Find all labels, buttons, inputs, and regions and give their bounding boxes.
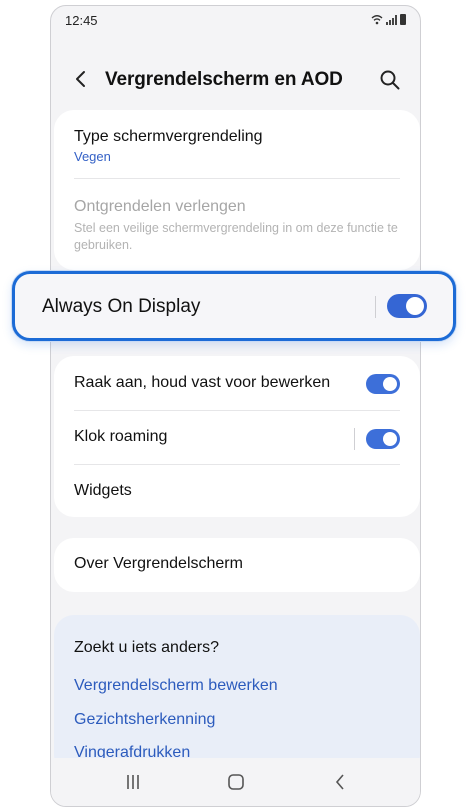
signal-icon [386, 14, 397, 25]
about-label: Over Vergrendelscherm [74, 555, 243, 572]
back-arrow-icon[interactable] [71, 68, 93, 90]
status-time: 12:45 [65, 13, 98, 28]
divider [74, 178, 400, 179]
always-on-display-toggle[interactable] [387, 294, 427, 318]
suggestion-link-edit-lockscreen[interactable]: Vergrendelscherm bewerken [74, 677, 278, 695]
clock-roaming-row[interactable]: Klok roaming [74, 428, 400, 452]
battery-icon [400, 14, 406, 25]
extend-unlock-title: Ontgrendelen verlengen [74, 198, 246, 215]
extend-unlock-description: Stel een veilige schermvergrendeling in … [74, 221, 398, 252]
extend-unlock-row: Ontgrendelen verlengen Stel een veilige … [74, 198, 400, 254]
widgets-row[interactable]: Widgets [74, 482, 400, 506]
suggestion-link-face-recognition[interactable]: Gezichtsherkenning [74, 711, 215, 729]
options-card: Raak aan, houd vast voor bewerken Klok r… [54, 356, 420, 517]
page-title: Vergrendelscherm en AOD [105, 69, 343, 90]
lock-settings-card: Type schermvergrendeling Vegen Ontgrende… [54, 110, 420, 270]
clock-roaming-label: Klok roaming [74, 428, 168, 445]
status-bar: 12:45 [51, 6, 420, 36]
wifi-icon [371, 15, 383, 25]
divider [74, 464, 400, 465]
navigation-bar [51, 758, 420, 806]
status-icons [371, 14, 406, 25]
always-on-display-label: Always On Display [42, 296, 201, 317]
touch-hold-toggle[interactable] [366, 374, 400, 394]
phone-frame: 12:45 Vergrendelscherm en AOD Type scher… [50, 5, 421, 807]
always-on-display-row[interactable]: Always On Display [12, 271, 456, 341]
lock-type-title: Type schermvergrendeling [74, 128, 263, 145]
recent-apps-icon[interactable] [121, 772, 145, 792]
home-icon[interactable] [224, 772, 248, 792]
back-nav-icon[interactable] [329, 772, 353, 792]
app-header: Vergrendelscherm en AOD [51, 56, 420, 106]
separator [354, 428, 355, 450]
about-row[interactable]: Over Vergrendelscherm [74, 555, 400, 573]
suggestions-card: Zoekt u iets anders? Vergrendelscherm be… [54, 615, 420, 775]
lock-type-row[interactable]: Type schermvergrendeling Vegen [74, 128, 400, 164]
suggestions-question: Zoekt u iets anders? [74, 639, 219, 656]
clock-roaming-toggle[interactable] [366, 429, 400, 449]
search-icon[interactable] [378, 68, 402, 92]
touch-hold-row[interactable]: Raak aan, houd vast voor bewerken [74, 374, 400, 398]
separator [375, 296, 376, 318]
widgets-label: Widgets [74, 482, 132, 499]
divider [74, 410, 400, 411]
lock-type-value: Vegen [74, 149, 111, 164]
touch-hold-label: Raak aan, houd vast voor bewerken [74, 374, 331, 391]
about-card[interactable]: Over Vergrendelscherm [54, 538, 420, 592]
